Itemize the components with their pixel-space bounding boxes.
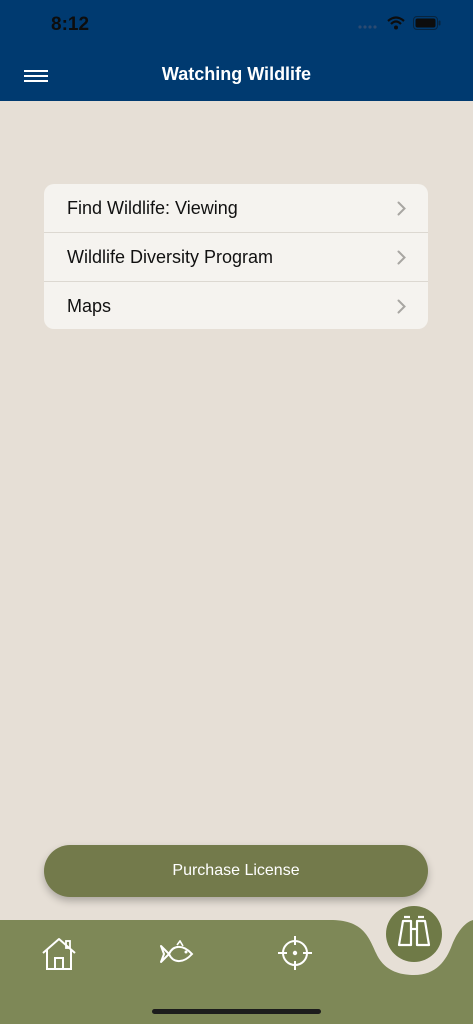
tab-fishing[interactable] — [159, 939, 195, 973]
status-icons — [357, 16, 441, 35]
tab-bar — [0, 905, 473, 1024]
menu-item-maps[interactable]: Maps — [44, 281, 428, 329]
tab-hunting[interactable] — [277, 935, 313, 976]
wifi-icon — [387, 16, 405, 35]
status-time: 8:12 — [51, 14, 90, 35]
menu-item-label: Find Wildlife: Viewing — [67, 197, 238, 218]
tab-home[interactable] — [40, 936, 78, 977]
tab-watching-wildlife[interactable] — [386, 906, 442, 962]
menu-card: Find Wildlife: Viewing Wildlife Diversit… — [44, 184, 428, 329]
menu-item-wildlife-diversity-program[interactable]: Wildlife Diversity Program — [44, 232, 428, 281]
page-title: Watching Wildlife — [161, 64, 312, 84]
chevron-right-icon — [397, 200, 406, 221]
battery-icon — [413, 16, 441, 35]
menu-item-label: Maps — [67, 295, 112, 316]
chevron-right-icon — [397, 298, 406, 319]
home-icon — [40, 938, 78, 976]
chevron-right-icon — [397, 249, 406, 270]
purchase-license-button[interactable]: Purchase License — [44, 845, 428, 897]
binoculars-icon — [394, 915, 434, 954]
crosshair-icon — [277, 936, 313, 975]
home-indicator — [152, 1009, 321, 1014]
fish-icon — [159, 939, 195, 972]
app-header: 8:12 Watching Wildlife — [0, 0, 473, 101]
menu-item-find-wildlife-viewing[interactable]: Find Wildlife: Viewing — [44, 184, 428, 232]
cellular-icon — [357, 17, 379, 35]
menu-item-label: Wildlife Diversity Program — [67, 246, 274, 267]
